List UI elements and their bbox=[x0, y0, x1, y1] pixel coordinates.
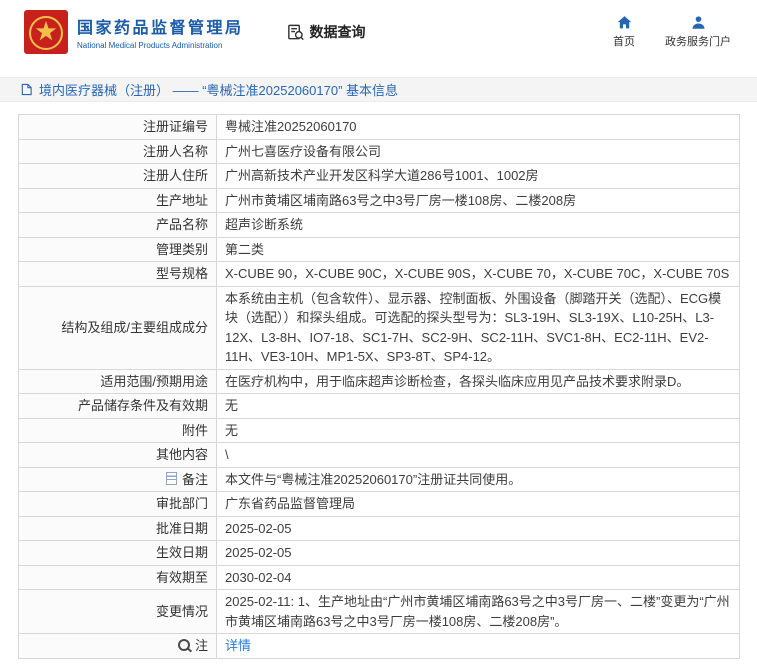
row-value: 本文件与“粤械注准20252060170”注册证共同使用。 bbox=[216, 466, 740, 492]
row-value: 本系统由主机（包含软件）、显示器、控制面板、外围设备（脚踏开关（选配）、ECG模… bbox=[216, 285, 740, 370]
row-value: \ bbox=[216, 442, 740, 468]
data-query-icon bbox=[286, 23, 305, 42]
row-label: 产品储存条件及有效期 bbox=[18, 393, 217, 419]
row-label: 生产地址 bbox=[18, 187, 217, 213]
page: 国家药品监督管理局 National Medical Products Admi… bbox=[0, 0, 757, 667]
row-label: 附件 bbox=[18, 417, 217, 443]
row-value: 广州高新技术产业开发区科学大道286号1001、1002房 bbox=[216, 163, 740, 189]
table-row: 附件无 bbox=[18, 417, 740, 443]
national-emblem-logo bbox=[24, 10, 68, 54]
row-value: 2025-02-05 bbox=[216, 515, 740, 541]
row-value: 详情 bbox=[216, 633, 740, 659]
table-row: 适用范围/预期用途 在医疗机构中，用于临床超声诊断检查，各探头临床应用见产品技术要… bbox=[18, 368, 740, 394]
row-label: 生效日期 bbox=[18, 540, 217, 566]
info-table-body: 注册证编号 粤械注准20252060170 注册人名称 广州七喜医疗设备有限公司 注册人… bbox=[18, 114, 740, 659]
remark-doc-icon bbox=[165, 471, 177, 485]
agency-name-cn: 国家药品监督管理局 bbox=[77, 20, 244, 37]
table-row: 管理类别 第二类 bbox=[18, 236, 740, 262]
table-row: 有效期至 2030-02-04 bbox=[18, 564, 740, 590]
table-row: 其他内容 \ bbox=[18, 442, 740, 468]
row-label: 注册人住所 bbox=[18, 163, 217, 189]
row-label: 批准日期 bbox=[18, 515, 217, 541]
row-label: 注 bbox=[18, 633, 217, 659]
row-label: 注册证编号 bbox=[18, 114, 217, 140]
row-value: 2025-02-11: 1、生产地址由“广州市黄埔区埔南路63号之中3号厂房一、… bbox=[216, 589, 740, 634]
breadcrumb-bar: 境内医疗器械（注册） —— “粤械注准20252060170” 基本信息 bbox=[0, 77, 757, 102]
nav-portal[interactable]: 政务服务门户 bbox=[665, 15, 731, 49]
breadcrumb: 境内医疗器械（注册） —— “粤械注准20252060170” 基本信息 bbox=[39, 83, 399, 98]
table-row: 生产地址 广州市黄埔区埔南路63号之中3号厂房一楼108房、二楼208房 bbox=[18, 187, 740, 213]
nav-home-label: 首页 bbox=[613, 36, 635, 48]
note-magnifier-icon bbox=[177, 639, 190, 651]
table-row: 批准日期 2025-02-05 bbox=[18, 515, 740, 541]
document-icon bbox=[20, 83, 33, 96]
row-value: 无 bbox=[216, 417, 740, 443]
nav-home[interactable]: 首页 bbox=[613, 15, 635, 49]
table-row: 型号规格 X-CUBE 90，X-CUBE 90C，X-CUBE 90S，X-CU… bbox=[18, 261, 740, 287]
detail-link[interactable]: 详情 bbox=[225, 638, 251, 653]
row-label: 适用范围/预期用途 bbox=[18, 368, 217, 394]
row-label: 其他内容 bbox=[18, 442, 217, 468]
row-value: 广州市黄埔区埔南路63号之中3号厂房一楼108房、二楼208房 bbox=[216, 187, 740, 213]
row-label: 注册人名称 bbox=[18, 138, 217, 164]
table-row: 产品储存条件及有效期无 bbox=[18, 393, 740, 419]
row-label: 有效期至 bbox=[18, 564, 217, 590]
table-row: 注详情 bbox=[18, 633, 740, 659]
row-value: 无 bbox=[216, 393, 740, 419]
agency-name-en: National Medical Products Administration bbox=[77, 41, 223, 50]
table-row: 生效日期 2025-02-05 bbox=[18, 540, 740, 566]
row-label: 型号规格 bbox=[18, 261, 217, 287]
table-row: 结构及组成/主要组成成分 本系统由主机（包含软件）、显示器、控制面板、外围设备（脚… bbox=[18, 285, 740, 370]
row-label: 结构及组成/主要组成成分 bbox=[18, 285, 217, 370]
row-value: 超声诊断系统 bbox=[216, 212, 740, 238]
content: 注册证编号 粤械注准20252060170 注册人名称 广州七喜医疗设备有限公司 注册人… bbox=[0, 102, 757, 667]
table-row: 变更情况 2025-02-11: 1、生产地址由“广州市黄埔区埔南路63号之中3号… bbox=[18, 589, 740, 634]
table-row: 审批部门 广东省药品监督管理局 bbox=[18, 491, 740, 517]
nav-portal-label: 政务服务门户 bbox=[665, 36, 731, 48]
row-value: 粤械注准20252060170 bbox=[216, 114, 740, 140]
table-row: 注册人名称 广州七喜医疗设备有限公司 bbox=[18, 138, 740, 164]
row-label: 备注 bbox=[18, 466, 217, 492]
row-value: 在医疗机构中，用于临床超声诊断检查，各探头临床应用见产品技术要求附录D。 bbox=[216, 368, 740, 394]
brand: 国家药品监督管理局 National Medical Products Admi… bbox=[24, 10, 244, 54]
data-query-label: 数据查询 bbox=[309, 24, 366, 40]
home-icon bbox=[617, 15, 632, 30]
row-label: 管理类别 bbox=[18, 236, 217, 262]
table-row: 备注 本文件与“粤械注准20252060170”注册证共同使用。 bbox=[18, 466, 740, 492]
row-value: X-CUBE 90，X-CUBE 90C，X-CUBE 90S，X-CUBE 7… bbox=[216, 261, 740, 287]
row-value: 广州七喜医疗设备有限公司 bbox=[216, 138, 740, 164]
table-row: 注册人住所 广州高新技术产业开发区科学大道286号1001、1002房 bbox=[18, 163, 740, 189]
row-label: 变更情况 bbox=[18, 589, 217, 634]
table-row: 注册证编号 粤械注准20252060170 bbox=[18, 114, 740, 140]
row-value: 2030-02-04 bbox=[216, 564, 740, 590]
data-query-section: 数据查询 bbox=[286, 22, 366, 42]
site-header: 国家药品监督管理局 National Medical Products Admi… bbox=[0, 0, 757, 64]
user-icon bbox=[691, 15, 706, 30]
row-value: 第二类 bbox=[216, 236, 740, 262]
brand-text: 国家药品监督管理局 National Medical Products Admi… bbox=[77, 14, 244, 50]
row-label: 产品名称 bbox=[18, 212, 217, 238]
row-label: 审批部门 bbox=[18, 491, 217, 517]
info-table: 注册证编号 粤械注准20252060170 注册人名称 广州七喜医疗设备有限公司 注册人… bbox=[18, 114, 740, 659]
row-value: 2025-02-05 bbox=[216, 540, 740, 566]
table-row: 产品名称 超声诊断系统 bbox=[18, 212, 740, 238]
top-nav: 首页 政务服务门户 bbox=[613, 15, 737, 49]
row-value: 广东省药品监督管理局 bbox=[216, 491, 740, 517]
